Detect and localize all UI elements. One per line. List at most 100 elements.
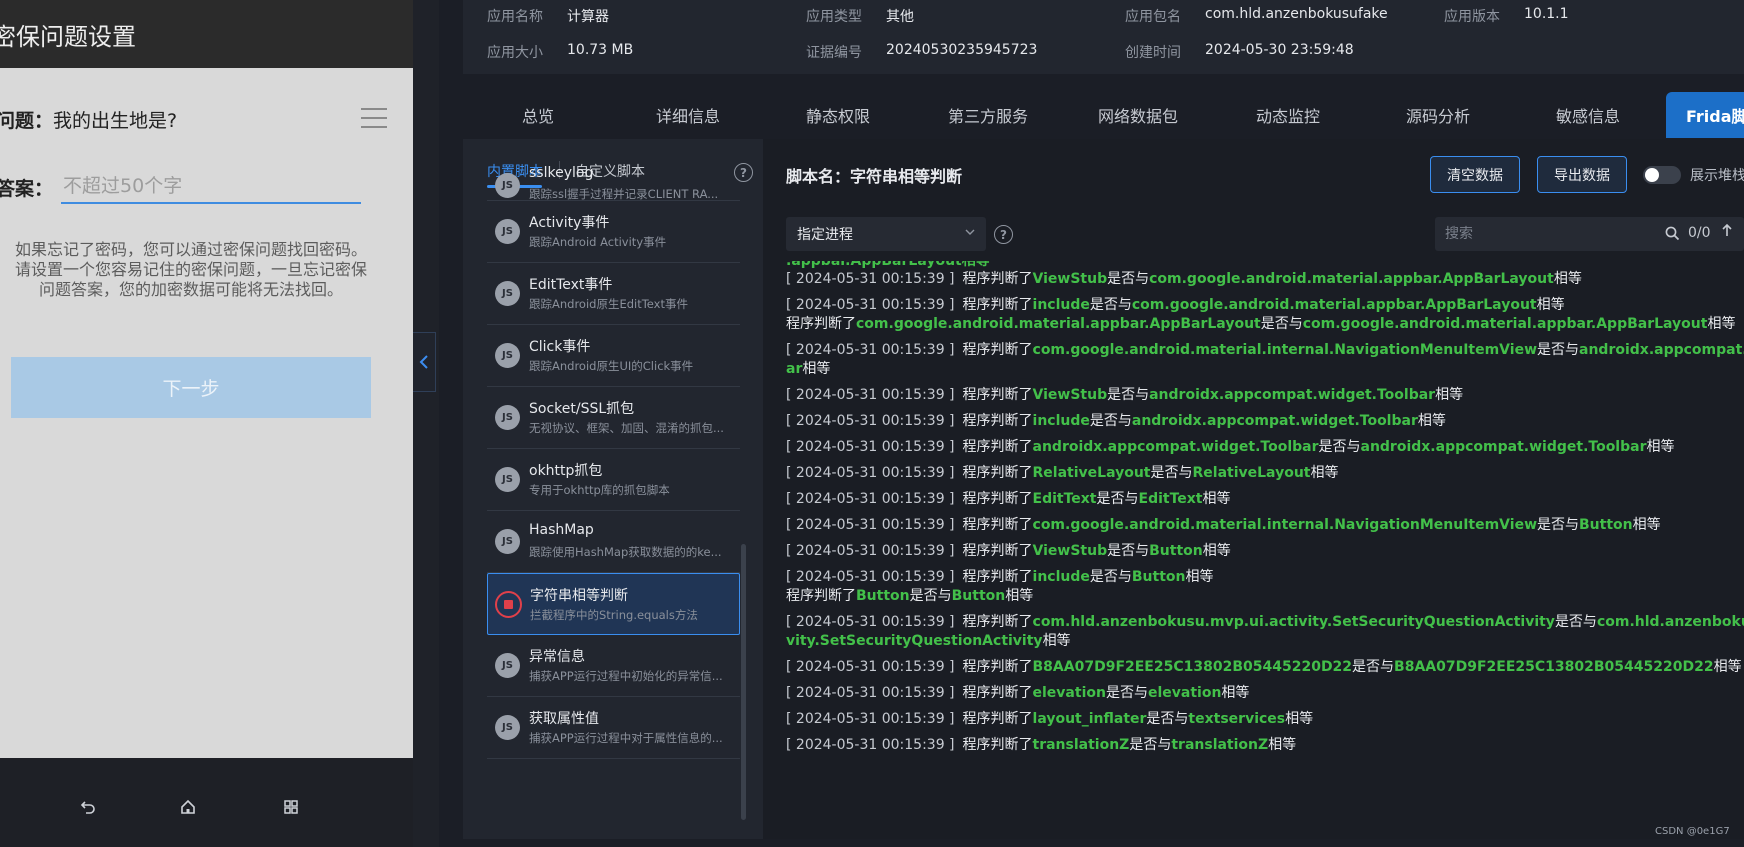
- log-text: 相等: [1536, 297, 1565, 313]
- log-timestamp: [ 2024-05-31 00:15:39 ]: [786, 737, 955, 753]
- script-item-activity[interactable]: JS Activity事件 跟踪Android Activity事件: [487, 201, 740, 263]
- stack-toggle-label: 展示堆栈: [1690, 168, 1744, 184]
- script-item-hashmap[interactable]: JS HashMap 跟踪使用HashMap获取数据的的ke...: [487, 511, 740, 573]
- log-text: 程序判断了: [962, 465, 1033, 481]
- script-desc: 无视协议、框架、加固、混淆的抓包...: [529, 421, 724, 435]
- log-text: 相等: [1202, 543, 1231, 559]
- script-item-okhttp[interactable]: JS okhttp抓包 专用于okhttp库的抓包脚本: [487, 449, 740, 511]
- log-text: 是否与: [909, 588, 952, 604]
- tab-frida-scripts[interactable]: Frida脚本: [1666, 92, 1744, 138]
- script-list-panel: 内置脚本 自定义脚本 ? JS sslkeylog 跟踪ssl握手过程并记录CL…: [463, 139, 763, 839]
- script-item-click[interactable]: JS Click事件 跟踪Android原生UI的Click事件: [487, 325, 740, 387]
- log-text: 是否与: [1554, 614, 1597, 630]
- log-text: 相等: [1713, 659, 1742, 675]
- arrow-up-icon[interactable]: [1721, 223, 1733, 241]
- home-icon[interactable]: [177, 796, 199, 818]
- log-value-b: com.hld.anzenbokusu.mvp.ui.acti: [1596, 614, 1744, 630]
- log-timestamp: [ 2024-05-31 00:15:39 ]: [786, 517, 955, 533]
- log-timestamp: [ 2024-05-31 00:15:39 ]: [786, 465, 955, 481]
- info-created-time: 创建时间 2024-05-30 23:59:48: [1125, 42, 1354, 62]
- tab-third-party[interactable]: 第三方服务: [913, 92, 1063, 138]
- log-value-b: androidx.appcompat.widget.Toolbar: [1149, 387, 1436, 403]
- log-text: 程序判断了: [962, 569, 1033, 585]
- process-select[interactable]: 指定进程: [786, 217, 986, 251]
- log-value-b: Button: [1579, 517, 1633, 533]
- log-value-b: com.google.android.material.appbar.AppBa…: [1131, 297, 1537, 313]
- log-line: ar相等: [786, 359, 830, 380]
- log-text: 是否与: [1089, 569, 1132, 585]
- search-input[interactable]: [1445, 223, 1645, 245]
- log-value-a: ViewStub: [1032, 271, 1108, 287]
- stack-toggle[interactable]: [1643, 166, 1681, 184]
- tab-source-analysis[interactable]: 源码分析: [1363, 92, 1513, 138]
- script-item-socket-ssl[interactable]: JS Socket/SSL抓包 无视协议、框架、加固、混淆的抓包...: [487, 387, 740, 449]
- log-value-b: B8AA07D9F2EE25C13802B05445220D22: [1394, 659, 1714, 675]
- question-label: 问题：: [0, 109, 54, 132]
- log-timestamp: [ 2024-05-31 00:15:39 ]: [786, 413, 955, 429]
- script-desc: 捕获APP运行过程中初始化的异常信...: [529, 669, 723, 683]
- log-value-a: layout_inflater: [1032, 711, 1147, 727]
- tab-network-packets[interactable]: 网络数据包: [1063, 92, 1213, 138]
- hint-line: 如果忘记了密码，您可以通过密保问题找回密码。: [14, 240, 367, 259]
- tab-sensitive-info[interactable]: 敏感信息: [1513, 92, 1663, 138]
- log-line: [ 2024-05-31 00:15:39 ] 程序判断了translationZ…: [786, 735, 1296, 756]
- script-name: HashMap: [529, 522, 594, 538]
- log-text: 是否与: [1107, 271, 1150, 287]
- question-row[interactable]: 问题： 我的出生地是?: [0, 104, 413, 134]
- log-timestamp: [ 2024-05-31 00:15:39 ]: [786, 271, 955, 287]
- log-text: 程序判断了: [962, 517, 1033, 533]
- export-data-button[interactable]: 导出数据: [1537, 156, 1627, 193]
- search-icon[interactable]: [1665, 226, 1680, 241]
- answer-input[interactable]: [61, 170, 362, 204]
- log-text: 相等: [1285, 711, 1314, 727]
- log-text: 相等: [1005, 588, 1034, 604]
- script-desc: 跟踪Android原生UI的Click事件: [529, 359, 694, 373]
- question-value: 我的出生地是?: [53, 109, 178, 132]
- log-value-a: ViewStub: [1032, 543, 1108, 559]
- log-text: 是否与: [1107, 387, 1150, 403]
- collapse-chevron-left-icon[interactable]: [413, 332, 436, 392]
- script-item-edittext[interactable]: JS EditText事件 跟踪Android原生EditText事件: [487, 263, 740, 325]
- log-text: 程序判断了: [962, 659, 1033, 675]
- search-count: 0/0: [1688, 225, 1711, 241]
- log-timestamp: [ 2024-05-31 00:15:39 ]: [786, 387, 955, 403]
- tab-details[interactable]: 详细信息: [613, 92, 763, 138]
- next-step-button[interactable]: 下一步: [11, 357, 371, 418]
- log-line: [ 2024-05-31 00:15:39 ] 程序判断了ViewStub是否与c…: [786, 269, 1582, 290]
- log-timestamp: [ 2024-05-31 00:15:39 ]: [786, 614, 955, 630]
- process-select-value: 指定进程: [797, 227, 853, 243]
- js-icon: JS: [495, 715, 520, 740]
- menu-icon[interactable]: [361, 108, 387, 130]
- log-output: .appbar.AppBarLayout相等[ 2024-05-31 00:15…: [786, 261, 1744, 839]
- log-timestamp: [ 2024-05-31 00:15:39 ]: [786, 342, 955, 358]
- log-text: 相等: [1185, 569, 1214, 585]
- recents-icon[interactable]: [280, 796, 302, 818]
- script-item-property[interactable]: JS 获取属性值 捕获APP运行过程中对于属性信息的...: [487, 697, 740, 759]
- script-list-scrollbar[interactable]: [741, 544, 746, 820]
- log-value-a: include: [1032, 569, 1090, 585]
- tab-overview[interactable]: 总览: [463, 92, 613, 138]
- process-help-icon[interactable]: ?: [994, 225, 1013, 244]
- js-icon: JS: [495, 343, 520, 368]
- script-name: Click事件: [529, 339, 591, 355]
- log-value-b: com.google.android.material.appbar.AppBa…: [1149, 271, 1554, 287]
- log-text: 程序判断了: [962, 685, 1033, 701]
- log-text: 是否与: [1260, 316, 1303, 332]
- log-value-b: com.google.android.material.appbar.AppBa…: [1302, 316, 1708, 332]
- clear-data-button[interactable]: 清空数据: [1430, 156, 1520, 193]
- stop-icon[interactable]: [495, 591, 522, 618]
- answer-row: 答案：: [0, 170, 362, 204]
- back-icon[interactable]: [77, 796, 99, 818]
- script-item-exception[interactable]: JS 异常信息 捕获APP运行过程中初始化的异常信...: [487, 635, 740, 697]
- log-value-a: B8AA07D9F2EE25C13802B05445220D22: [1032, 659, 1353, 675]
- script-item-string-equals[interactable]: 字符串相等判断 拦截程序中的String.equals方法: [487, 573, 740, 635]
- phone-titlebar: 密保问题设置: [0, 0, 413, 68]
- tab-static-permissions[interactable]: 静态权限: [763, 92, 913, 138]
- log-text: 程序判断了: [786, 316, 856, 332]
- tab-dynamic-monitor[interactable]: 动态监控: [1213, 92, 1363, 138]
- log-value-a: include: [1032, 297, 1090, 313]
- log-text: 程序判断了: [962, 614, 1033, 630]
- log-line: [ 2024-05-31 00:15:39 ] 程序判断了ViewStub是否与B…: [786, 541, 1231, 562]
- script-name: okhttp抓包: [529, 463, 603, 479]
- script-item-sslkeylog[interactable]: JS sslkeylog 跟踪ssl握手过程并记录CLIENT RA...: [487, 165, 740, 201]
